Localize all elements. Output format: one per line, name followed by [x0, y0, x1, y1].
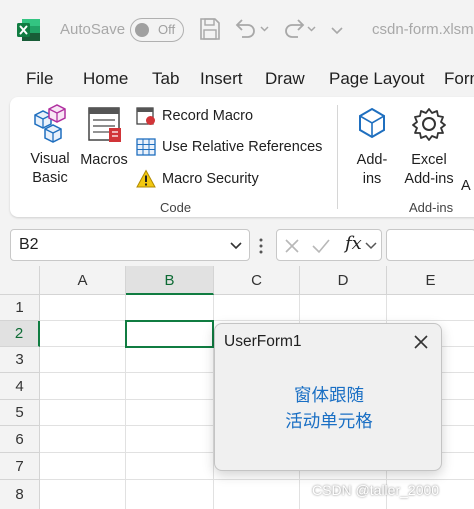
row-header-8[interactable]: 8: [0, 480, 40, 509]
tab-draw[interactable]: Draw: [265, 69, 305, 89]
visual-basic-label: Visual Basic: [26, 150, 74, 188]
file-name: csdn-form.xlsm: [372, 21, 474, 38]
use-relative-references-label: Use Relative References: [162, 139, 323, 155]
gridline: [40, 320, 474, 321]
watermark: CSDN @taller_2000: [312, 482, 440, 498]
enter-check-icon[interactable]: [311, 237, 331, 255]
close-icon[interactable]: [411, 332, 431, 352]
add-ins-button[interactable]: Add- ins: [350, 103, 394, 189]
autosave-state: Off: [158, 22, 176, 37]
excel-add-ins-label-line1: Excel: [411, 152, 447, 168]
undo-icon[interactable]: [232, 16, 270, 42]
excel-add-ins-label-line2: Add-ins: [404, 171, 454, 187]
add-ins-group-label: Add-ins: [409, 200, 454, 215]
row-header-4[interactable]: 4: [0, 373, 40, 400]
macro-security-label: Macro Security: [162, 171, 259, 187]
visual-basic-label-line1: Visual: [30, 151, 70, 167]
row-header-1[interactable]: 1: [0, 295, 40, 321]
record-macro-button[interactable]: Record Macro: [136, 104, 253, 128]
column-header-d[interactable]: D: [300, 266, 387, 295]
gridline: [40, 479, 474, 480]
active-cell-b2[interactable]: [125, 320, 214, 348]
save-icon[interactable]: [198, 16, 222, 42]
macros-icon: [88, 107, 121, 142]
chevron-down-icon[interactable]: [365, 241, 377, 251]
warning-icon: [136, 169, 156, 188]
name-box[interactable]: B2: [10, 229, 250, 261]
ribbon-tabs: File Home Tab Insert Draw Page Layout Fo…: [0, 62, 474, 96]
autosave-toggle[interactable]: Off: [130, 18, 184, 42]
gear-icon: [412, 108, 446, 141]
column-header-c[interactable]: C: [214, 266, 300, 295]
more-options-icon[interactable]: [258, 236, 264, 256]
ribbon-developer: Visual Basic Macros Record Macro Use Rel…: [10, 97, 474, 217]
column-header-b[interactable]: B: [126, 266, 214, 295]
visual-basic-button[interactable]: Visual Basic: [26, 103, 74, 188]
chevron-down-icon[interactable]: [229, 240, 243, 252]
tab-page-layout[interactable]: Page Layout: [329, 69, 424, 89]
userform-label: 窗体跟随 活动单元格: [215, 382, 443, 434]
name-box-value: B2: [19, 236, 39, 253]
toggle-knob: [135, 22, 149, 37]
macros-label: Macros: [80, 152, 128, 168]
macro-security-button[interactable]: Macro Security: [136, 167, 259, 191]
macros-button[interactable]: Macros: [78, 103, 130, 170]
add-ins-label-line1: Add-: [356, 152, 388, 168]
row-header-2[interactable]: 2: [0, 321, 40, 347]
tab-file[interactable]: File: [26, 69, 53, 89]
cancel-icon[interactable]: [283, 237, 301, 255]
userform-label-line2: 活动单元格: [285, 411, 373, 431]
row-header-5[interactable]: 5: [0, 400, 40, 426]
column-header-a[interactable]: A: [40, 266, 126, 295]
autosave-label: AutoSave: [60, 21, 126, 38]
column-header-e[interactable]: E: [387, 266, 474, 295]
formula-input[interactable]: [386, 229, 474, 261]
row-header-3[interactable]: 3: [0, 347, 40, 373]
add-ins-label-line2: ins: [362, 171, 382, 187]
add-ins-icon: [359, 107, 385, 139]
select-all-corner[interactable]: [0, 266, 40, 295]
record-macro-label: Record Macro: [162, 108, 254, 124]
tab-tab[interactable]: Tab: [152, 69, 179, 89]
userform-title: UserForm1: [224, 333, 302, 350]
row-header-7[interactable]: 7: [0, 453, 40, 480]
userform-window[interactable]: UserForm1 窗体跟随 活动单元格: [214, 323, 442, 471]
relative-references-icon: [136, 138, 156, 156]
com-add-ins-label-cut[interactable]: A: [461, 177, 474, 196]
tab-home[interactable]: Home: [83, 69, 128, 89]
title-bar: AutoSave Off csdn-form.xlsm: [0, 0, 474, 62]
visual-basic-label-line2: Basic: [32, 170, 68, 186]
formula-actions: fx: [276, 229, 382, 261]
insert-function-icon[interactable]: fx: [345, 233, 362, 254]
group-separator: [337, 105, 338, 209]
visual-basic-icon: [34, 104, 66, 143]
row-header-6[interactable]: 6: [0, 426, 40, 453]
redo-icon[interactable]: [280, 16, 318, 42]
add-ins-label: Add- ins: [350, 151, 394, 189]
excel-add-ins-button[interactable]: Excel Add-ins: [400, 103, 458, 189]
formula-bar: B2 fx: [0, 226, 474, 266]
customize-quick-access-icon[interactable]: [330, 16, 344, 42]
code-group-label: Code: [160, 200, 192, 215]
record-macro-icon: [136, 107, 155, 125]
use-relative-references-button[interactable]: Use Relative References: [136, 135, 322, 159]
tab-formulas[interactable]: Form: [444, 69, 474, 89]
userform-label-line1: 窗体跟随: [294, 385, 364, 405]
excel-logo-icon[interactable]: [17, 18, 41, 42]
excel-add-ins-label: Excel Add-ins: [400, 151, 458, 189]
tab-insert[interactable]: Insert: [200, 69, 243, 89]
